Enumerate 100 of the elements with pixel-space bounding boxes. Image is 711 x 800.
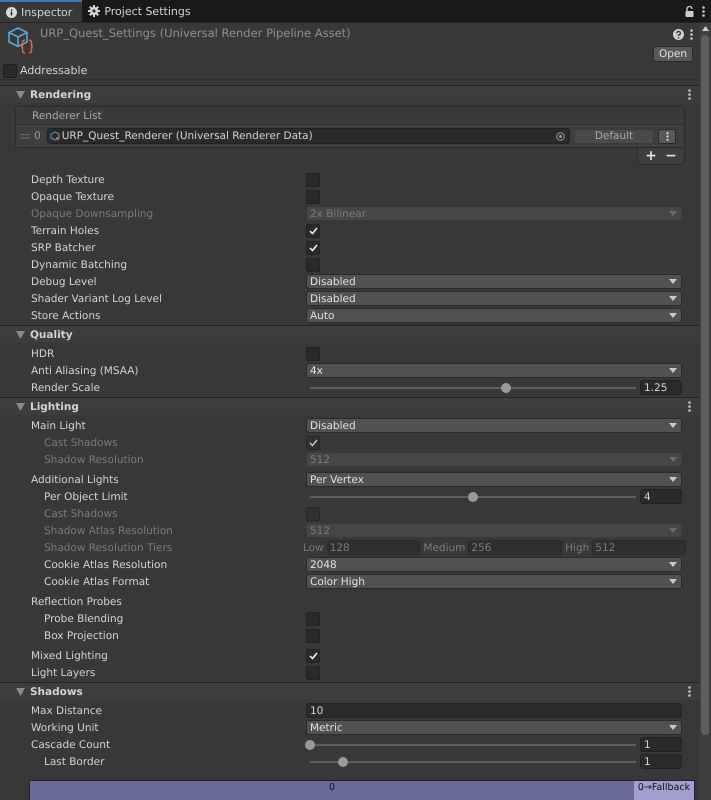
tier-label: Medium <box>423 542 466 554</box>
field-label: Additional Lights <box>31 474 120 486</box>
field-label: Max Distance <box>31 704 103 716</box>
menu-icon[interactable] <box>688 89 691 100</box>
dropdown[interactable]: Auto <box>306 308 682 323</box>
dropdown[interactable]: Color High <box>306 574 682 589</box>
caret-icon <box>669 477 677 482</box>
cascade-segment[interactable]: 0→Fallback <box>634 781 694 800</box>
checkbox[interactable] <box>306 240 320 254</box>
info-icon <box>6 6 17 18</box>
slider-handle[interactable] <box>305 740 315 750</box>
tier-label: High <box>565 542 590 554</box>
check-icon <box>308 652 318 660</box>
menu-button[interactable] <box>658 128 676 144</box>
field-label: Main Light <box>31 420 87 432</box>
field-label: Dynamic Batching <box>31 258 128 270</box>
dropdown[interactable]: 4x <box>306 363 682 378</box>
caret-icon <box>669 211 677 216</box>
number-field[interactable]: 1.25 <box>640 380 682 395</box>
field-label: Cascade Count <box>31 738 112 750</box>
caret-icon <box>669 313 677 318</box>
field-label: Shadow Resolution Tiers <box>44 542 174 554</box>
number-field[interactable]: 4 <box>640 489 682 504</box>
section-header[interactable]: Rendering <box>0 85 699 103</box>
menu-icon[interactable] <box>702 6 705 16</box>
field-label: Store Actions <box>31 310 102 322</box>
caret-icon <box>669 562 677 567</box>
target-icon[interactable] <box>556 132 565 140</box>
object-field[interactable]: URP_Quest_Renderer (Universal Renderer Data) <box>46 128 570 144</box>
addressable-label: Addressable <box>20 64 88 77</box>
checkbox[interactable] <box>306 224 320 238</box>
check-icon <box>308 438 318 446</box>
index-label: 0 <box>34 130 41 142</box>
scrollbar[interactable] <box>699 23 711 800</box>
input-field[interactable]: 10 <box>306 703 682 718</box>
drag-handle-icon[interactable] <box>20 134 30 138</box>
field-label: Shader Variant Log Level <box>31 292 163 304</box>
field-label: HDR <box>31 348 56 360</box>
add-button[interactable]: + <box>642 148 660 164</box>
dropdown[interactable]: Per Vertex <box>306 472 682 487</box>
field-label: Debug Level <box>31 276 98 288</box>
section-header[interactable]: Shadows <box>0 682 699 700</box>
menu-icon[interactable] <box>690 29 693 40</box>
asset-icon <box>50 131 60 141</box>
foldout-arrow-icon <box>16 330 25 338</box>
slider-handle[interactable] <box>500 382 511 392</box>
caret-icon <box>669 528 677 533</box>
caret-icon <box>669 279 677 284</box>
field-label: Depth Texture <box>31 174 106 186</box>
menu-icon[interactable] <box>688 401 691 412</box>
field-label: Render Scale <box>31 382 101 394</box>
field-label: SRP Batcher <box>31 242 97 254</box>
field-label: Cookie Atlas Resolution <box>44 558 168 570</box>
remove-button[interactable]: − <box>662 148 680 164</box>
dropdown[interactable]: Disabled <box>306 291 682 306</box>
lock-icon[interactable] <box>685 6 694 16</box>
slider-handle[interactable] <box>468 492 478 502</box>
field-label: Working Unit <box>31 722 100 734</box>
number-field[interactable]: 1 <box>640 737 682 752</box>
caret-icon <box>669 368 677 373</box>
foldout-arrow-icon <box>16 90 25 98</box>
dropdown[interactable]: Metric <box>306 720 682 735</box>
tab[interactable]: Inspector <box>0 0 82 22</box>
foldout-arrow-icon <box>16 402 25 410</box>
caret-icon <box>669 296 677 301</box>
checkbox[interactable] <box>306 648 320 662</box>
scroll-up-icon[interactable] <box>702 26 708 31</box>
cascade-segment[interactable]: 0 <box>30 781 634 800</box>
field-label: Anti Aliasing (MSAA) <box>31 364 140 376</box>
field-label: Box Projection <box>44 630 120 642</box>
caret-icon <box>669 457 677 462</box>
field-label: Per Object Limit <box>44 490 129 502</box>
asset-title: URP_Quest_Settings (Universal Render Pipeline Asset) <box>40 26 352 42</box>
field-label: Shadow Atlas Resolution <box>44 524 174 536</box>
field-label: Cast Shadows <box>44 508 119 520</box>
field-label: Reflection Probes <box>31 596 123 608</box>
field-label: Opaque Texture <box>31 190 115 202</box>
field-label: Cookie Atlas Format <box>44 576 150 588</box>
field-label: Opaque Downsampling <box>31 208 154 220</box>
field-label: Last Border <box>44 756 106 768</box>
tab[interactable]: Project Settings <box>82 0 201 22</box>
field-label: Light Layers <box>31 666 96 678</box>
slider-handle[interactable] <box>338 756 348 766</box>
field-label: Mixed Lighting <box>31 650 109 662</box>
section-header[interactable]: Quality <box>0 325 699 343</box>
dropdown[interactable]: Disabled <box>306 418 682 433</box>
menu-icon <box>666 132 668 140</box>
help-icon[interactable] <box>673 29 684 40</box>
open-button[interactable]: Open <box>652 46 693 62</box>
field-label: Shadow Resolution <box>44 454 145 466</box>
tier-label: Low <box>303 542 324 554</box>
list-title: Renderer List <box>32 110 102 122</box>
number-field[interactable]: 1 <box>640 754 682 769</box>
menu-icon[interactable] <box>688 686 691 697</box>
section-header[interactable]: Lighting <box>0 397 699 415</box>
default-button[interactable]: Default <box>574 128 654 144</box>
gear-icon <box>88 5 100 17</box>
dropdown[interactable]: 2048 <box>306 557 682 572</box>
caret-icon <box>669 423 677 428</box>
dropdown[interactable]: Disabled <box>306 274 682 289</box>
